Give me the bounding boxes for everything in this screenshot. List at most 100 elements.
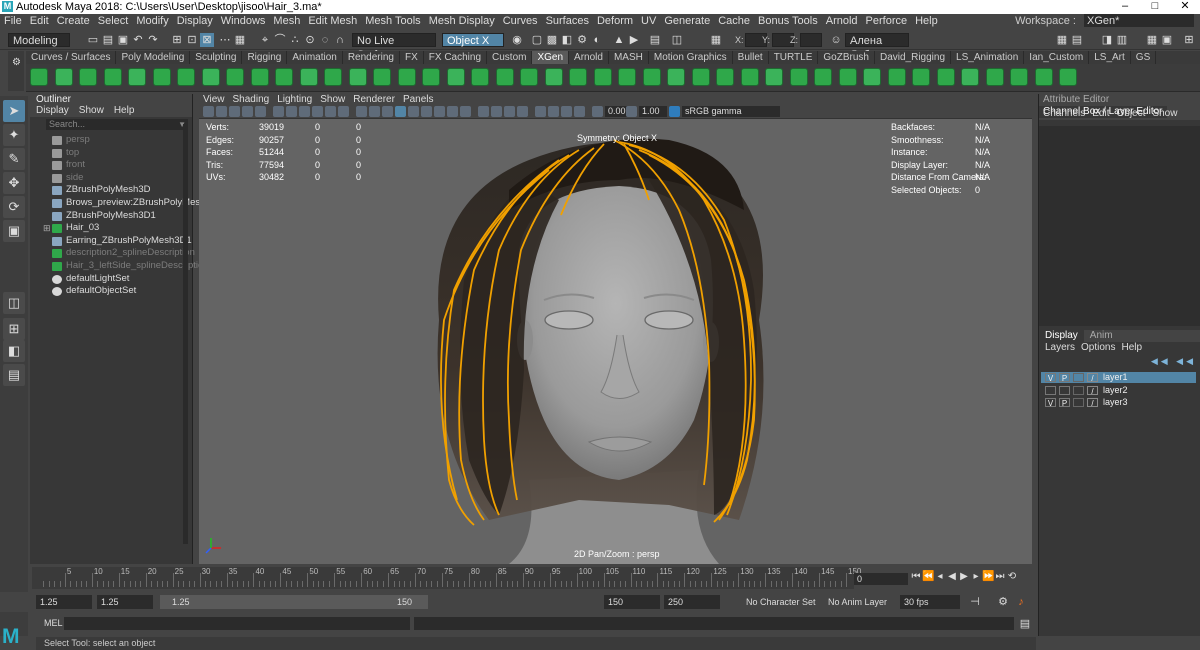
four-view-icon[interactable]: ⊞ [3, 318, 25, 340]
xgen-shelf-tool-icon[interactable] [422, 68, 440, 86]
fps-dropdown[interactable]: 30 fps [900, 595, 960, 609]
xgen-shelf-tool-icon[interactable] [1034, 68, 1053, 86]
outliner-item[interactable]: Brows_preview:ZBrushPolyMesh3D [30, 197, 218, 210]
xgen-shelf-tool-icon[interactable] [520, 68, 538, 86]
xray-icon[interactable] [491, 106, 502, 117]
sound-icon[interactable]: ♪ [1014, 595, 1028, 609]
xgen-shelf-tool-icon[interactable] [128, 68, 146, 86]
layer-editor-icon[interactable]: ▦ [1145, 33, 1159, 47]
menu-edit[interactable]: Edit [26, 14, 53, 28]
gamma-icon[interactable] [626, 106, 637, 117]
open-scene-icon[interactable]: ▤ [101, 33, 115, 47]
render-view-icon[interactable]: ▢ [530, 33, 544, 47]
outliner-item[interactable]: ⊞ Hair_03 [30, 222, 192, 235]
arnold-ipr-icon[interactable]: ▶ [627, 33, 641, 47]
select-hierarchy-icon[interactable]: ⊞ [170, 33, 184, 47]
shelf-tab-gozbrush[interactable]: GoZBrush [818, 51, 875, 64]
outliner-item[interactable]: persp [30, 134, 192, 147]
playback-end-field[interactable]: 150 [604, 595, 660, 609]
xgen-shelf-tool-icon[interactable] [691, 68, 710, 86]
xgen-shelf-tool-icon[interactable] [103, 68, 122, 86]
menu-cache[interactable]: Cache [714, 14, 754, 28]
hypershade-icon[interactable]: ◐ [590, 33, 604, 47]
xgen-shelf-tool-icon[interactable] [740, 68, 759, 86]
snap-curve-icon[interactable]: ⌒ [273, 33, 287, 47]
shelf-tab-xgen[interactable]: XGen [532, 51, 570, 64]
step-forward-frame-icon[interactable]: ▸ [970, 571, 982, 582]
xgen-shelf-tool-icon[interactable] [936, 68, 955, 86]
xgen-shelf-tool-icon[interactable] [789, 68, 808, 86]
lasso-tool-icon[interactable]: ✦ [3, 124, 25, 146]
xgen-shelf-tool-icon[interactable] [667, 68, 685, 86]
shelf-tab-turtle[interactable]: TURTLE [769, 51, 819, 64]
shelf-tab-gs[interactable]: GS [1131, 51, 1157, 64]
shelf-tab-ls-animation[interactable]: LS_Animation [951, 51, 1025, 64]
menu-generate[interactable]: Generate [660, 14, 714, 28]
shelf-tab-custom[interactable]: Custom [487, 51, 533, 64]
menu-edit-mesh[interactable]: Edit Mesh [304, 14, 361, 28]
xgen-shelf-tool-icon[interactable] [177, 68, 195, 86]
shelf-tab-mash[interactable]: MASH [609, 51, 649, 64]
select-tool-icon[interactable]: ➤ [3, 100, 25, 122]
bookmark-icon[interactable] [229, 106, 240, 117]
film-gate-icon[interactable] [286, 106, 297, 117]
layer-display-type[interactable] [1073, 373, 1084, 382]
xgen-shelf-tool-icon[interactable] [985, 68, 1004, 86]
xgen-shelf-tool-icon[interactable] [299, 68, 318, 86]
auto-key-icon[interactable]: ⊣ [968, 595, 982, 609]
xgen-shelf-tool-icon[interactable] [569, 68, 587, 86]
outliner-layout-icon[interactable]: ▤ [3, 364, 25, 386]
rotate-tool-icon[interactable]: ⟳ [3, 196, 25, 218]
layer-playback-toggle[interactable] [1059, 385, 1070, 395]
outliner-item[interactable]: top [30, 147, 192, 160]
viewport-menu-shading[interactable]: Shading [229, 94, 274, 105]
time-slider[interactable]: 5 10 15 20 25 30 35 40 45 50 55 60 65 70 75 80 85 90 95 100… [32, 567, 861, 589]
xgen-shelf-tool-icon[interactable] [544, 68, 563, 86]
scale-tool-icon[interactable]: ▣ [3, 220, 25, 242]
user-account-dropdown[interactable]: Алена Дубр... [845, 33, 909, 61]
textured-icon[interactable] [408, 106, 419, 117]
outliner-item[interactable]: Hair_3_leftSide_splineDescription [30, 260, 209, 273]
gate-mask-icon[interactable] [312, 106, 323, 117]
layer-tab-display[interactable]: Display [1039, 330, 1084, 342]
close-button[interactable]: ✕ [1170, 0, 1200, 14]
backface-culling-icon[interactable] [548, 106, 559, 117]
xgen-shelf-tool-icon[interactable] [495, 68, 514, 86]
wireframe-icon[interactable] [356, 106, 367, 117]
mel-input[interactable] [64, 617, 410, 630]
menu-help[interactable]: Help [911, 14, 942, 28]
isolate-select-icon[interactable] [478, 106, 489, 117]
shelf-tab-sculpting[interactable]: Sculpting [190, 51, 243, 64]
xgen-shelf-tool-icon[interactable] [446, 68, 465, 86]
menu-deform[interactable]: Deform [593, 14, 637, 28]
shadows-icon[interactable] [434, 106, 445, 117]
default-material-icon[interactable] [395, 106, 406, 117]
xgen-shelf-tool-icon[interactable] [397, 68, 416, 86]
xgen-shelf-tool-icon[interactable] [618, 68, 636, 86]
save-scene-icon[interactable]: ▣ [116, 33, 130, 47]
layer-display-type[interactable] [1073, 385, 1084, 395]
snap-point-icon[interactable]: ∴ [288, 33, 302, 47]
menu-curves[interactable]: Curves [499, 14, 542, 28]
layer-visibility-toggle[interactable]: V [1045, 398, 1056, 408]
go-to-start-icon[interactable]: ⏮ [910, 571, 922, 582]
symmetry-dropdown[interactable]: Object X [442, 33, 504, 47]
menu-uv[interactable]: UV [637, 14, 660, 28]
shelf-tab-fx-caching[interactable]: FX Caching [424, 51, 488, 64]
layer-tab-anim[interactable]: Anim [1084, 330, 1119, 342]
layer-buttons[interactable]: ◀◀ ◀◀ [1151, 356, 1196, 367]
xgen-shelf-tool-icon[interactable] [324, 68, 342, 86]
select-object-icon[interactable]: ⊡ [185, 33, 199, 47]
wireframe-on-shaded-icon[interactable] [382, 106, 393, 117]
xgen-shelf-tool-icon[interactable] [838, 68, 857, 86]
script-editor-icon[interactable]: ▤ [1018, 617, 1032, 631]
undo-icon[interactable]: ↶ [131, 33, 145, 47]
xgen-shelf-tool-icon[interactable] [961, 68, 979, 86]
menu-modify[interactable]: Modify [132, 14, 172, 28]
motion-blur-icon[interactable] [460, 106, 471, 117]
redo-icon[interactable]: ↷ [146, 33, 160, 47]
xgen-shelf-tool-icon[interactable] [1010, 68, 1028, 86]
xgen-shelf-tool-icon[interactable] [201, 68, 220, 86]
outliner-menu-help[interactable]: Help [114, 105, 135, 116]
xgen-shelf-tool-icon[interactable] [54, 68, 73, 86]
